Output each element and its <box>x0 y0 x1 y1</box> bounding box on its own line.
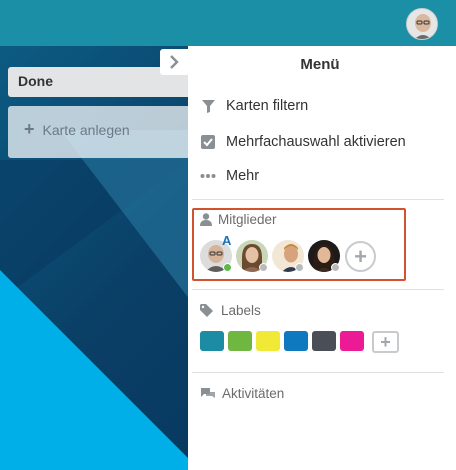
user-avatar[interactable] <box>406 8 438 40</box>
menu-item-more[interactable]: Mehr <box>200 164 440 188</box>
add-label-button[interactable]: + <box>372 331 399 353</box>
plus-icon: + <box>354 243 367 269</box>
members-label: Mitglieder <box>218 212 277 227</box>
tag-icon <box>200 304 213 317</box>
members-section-label: Mitglieder <box>200 212 277 227</box>
menu-item-label: Mehrfachauswahl aktivieren <box>226 134 406 150</box>
divider <box>192 372 444 373</box>
add-member-button[interactable]: + <box>345 241 376 272</box>
label-color-green[interactable] <box>228 331 252 351</box>
offline-status-dot <box>331 263 340 272</box>
online-status-dot <box>223 263 232 272</box>
plus-icon: + <box>24 119 35 139</box>
menu-item-filter-cards[interactable]: Karten filtern <box>200 94 440 118</box>
label-color-pink[interactable] <box>340 331 364 351</box>
divider <box>192 289 444 290</box>
chevron-right-icon <box>170 55 179 69</box>
menu-collapse-button[interactable] <box>160 49 188 75</box>
menu-item-label: Mehr <box>226 168 260 184</box>
label-color-dark-gray[interactable] <box>312 331 336 351</box>
add-card-button[interactable]: + Karte anlegen <box>8 106 192 158</box>
board-header <box>0 0 456 46</box>
menu-item-label: Karten filtern <box>226 98 309 114</box>
filter-icon <box>200 98 216 114</box>
add-card-label: Karte anlegen <box>42 122 130 138</box>
menu-item-multi-select[interactable]: Mehrfachauswahl aktivieren <box>200 130 440 154</box>
offline-status-dot <box>295 263 304 272</box>
activity-label: Aktivitäten <box>222 386 285 401</box>
divider <box>192 199 444 200</box>
label-color-yellow[interactable] <box>256 331 280 351</box>
comment-icon <box>201 388 215 398</box>
more-dots-icon <box>200 168 216 184</box>
activity-section-label: Aktivitäten <box>200 386 284 401</box>
labels-label: Labels <box>221 303 261 318</box>
admin-badge: A <box>222 233 232 248</box>
labels-section-label: Labels <box>200 303 261 318</box>
checkbox-icon <box>200 134 216 150</box>
label-color-teal[interactable] <box>200 331 224 351</box>
background-shape <box>0 270 200 470</box>
side-menu: Menü Karten filtern Mehrfachauswahl akti… <box>188 46 456 470</box>
person-icon <box>200 213 212 226</box>
offline-status-dot <box>259 263 268 272</box>
label-color-blue[interactable] <box>284 331 308 351</box>
menu-title: Menü <box>300 56 340 73</box>
plus-icon: + <box>380 332 391 352</box>
